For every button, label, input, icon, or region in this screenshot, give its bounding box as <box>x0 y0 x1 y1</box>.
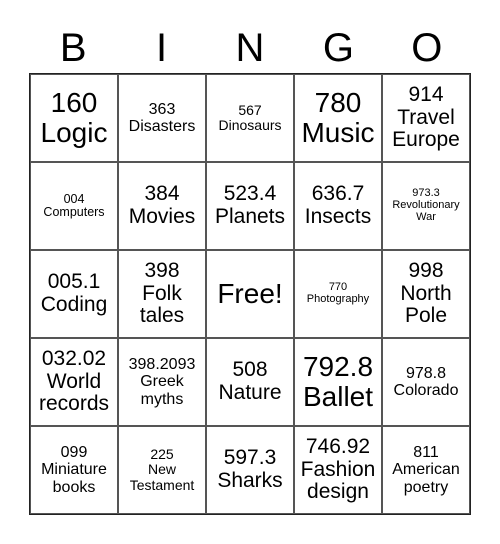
bingo-cell[interactable]: 567 Dinosaurs <box>206 74 294 162</box>
bingo-cell[interactable]: 398 Folk tales <box>118 250 206 338</box>
bingo-cell[interactable]: 746.92 Fashion design <box>294 426 382 514</box>
bingo-cell[interactable]: 523.4 Planets <box>206 162 294 250</box>
cell-text: 770 Photography <box>306 281 370 305</box>
cell-text: 398 Folk tales <box>139 258 185 328</box>
header-letter-o: O <box>411 26 443 70</box>
cell-text: 508 Nature <box>218 358 282 404</box>
cell-text: Free! <box>217 277 283 309</box>
header-letter-i: I <box>156 26 168 70</box>
cell-text: 780 Music <box>301 86 375 148</box>
bingo-cell[interactable]: 004 Computers <box>30 162 118 250</box>
bingo-cell[interactable]: 636.7 Insects <box>294 162 382 250</box>
bingo-cell[interactable]: 099 Miniature books <box>30 426 118 514</box>
free-space-cell[interactable]: Free! <box>206 250 294 338</box>
cell-text: 363 Disasters <box>128 100 196 135</box>
cell-text: 973.3 Revolutionary War <box>392 187 460 223</box>
bingo-cell[interactable]: 597.3 Sharks <box>206 426 294 514</box>
bingo-cell[interactable]: 978.8 Colorado <box>382 338 470 426</box>
cell-text: 998 North Pole <box>400 258 452 328</box>
cell-text: 160 Logic <box>40 86 108 148</box>
bingo-cell[interactable]: 914 Travel Europe <box>382 74 470 162</box>
header-letter-g: G <box>322 26 354 70</box>
bingo-cell[interactable]: 032.02 World records <box>30 338 118 426</box>
bingo-cell[interactable]: 160 Logic <box>30 74 118 162</box>
cell-text: 636.7 Insects <box>304 182 372 228</box>
cell-text: 597.3 Sharks <box>217 446 283 492</box>
cell-text: 746.92 Fashion design <box>300 434 376 504</box>
bingo-cell[interactable]: 973.3 Revolutionary War <box>382 162 470 250</box>
header-letter-n: N <box>235 26 265 70</box>
cell-text: 811 American poetry <box>392 444 460 496</box>
bingo-board: 160 Logic 363 Disasters 567 Dinosaurs 780 M… <box>29 73 471 515</box>
bingo-cell[interactable]: 811 American poetry <box>382 426 470 514</box>
bingo-cell[interactable]: 998 North Pole <box>382 250 470 338</box>
header-letter-b: B <box>59 26 87 70</box>
cell-text: 567 Dinosaurs <box>218 101 282 133</box>
bingo-cell[interactable]: 005.1 Coding <box>30 250 118 338</box>
cell-text: 398.2093 Greek myths <box>128 356 196 408</box>
cell-text: 032.02 World records <box>38 346 110 416</box>
bingo-cell[interactable]: 363 Disasters <box>118 74 206 162</box>
cell-text: 005.1 Coding <box>40 270 108 316</box>
bingo-cell[interactable]: 398.2093 Greek myths <box>118 338 206 426</box>
bingo-cell[interactable]: 792.8 Ballet <box>294 338 382 426</box>
cell-text: 384 Movies <box>128 182 196 228</box>
bingo-cell[interactable]: 770 Photography <box>294 250 382 338</box>
cell-text: 914 Travel Europe <box>392 82 460 152</box>
cell-text: 523.4 Planets <box>214 182 286 228</box>
cell-text: 004 Computers <box>43 191 105 219</box>
cell-text: 225 New Testament <box>129 446 195 493</box>
cell-text: 792.8 Ballet <box>302 350 374 412</box>
bingo-cell[interactable]: 780 Music <box>294 74 382 162</box>
cell-text: 978.8 Colorado <box>393 364 459 399</box>
bingo-header: B I N G O <box>29 22 471 74</box>
bingo-cell[interactable]: 508 Nature <box>206 338 294 426</box>
bingo-cell[interactable]: 225 New Testament <box>118 426 206 514</box>
cell-text: 099 Miniature books <box>41 444 107 496</box>
bingo-cell[interactable]: 384 Movies <box>118 162 206 250</box>
